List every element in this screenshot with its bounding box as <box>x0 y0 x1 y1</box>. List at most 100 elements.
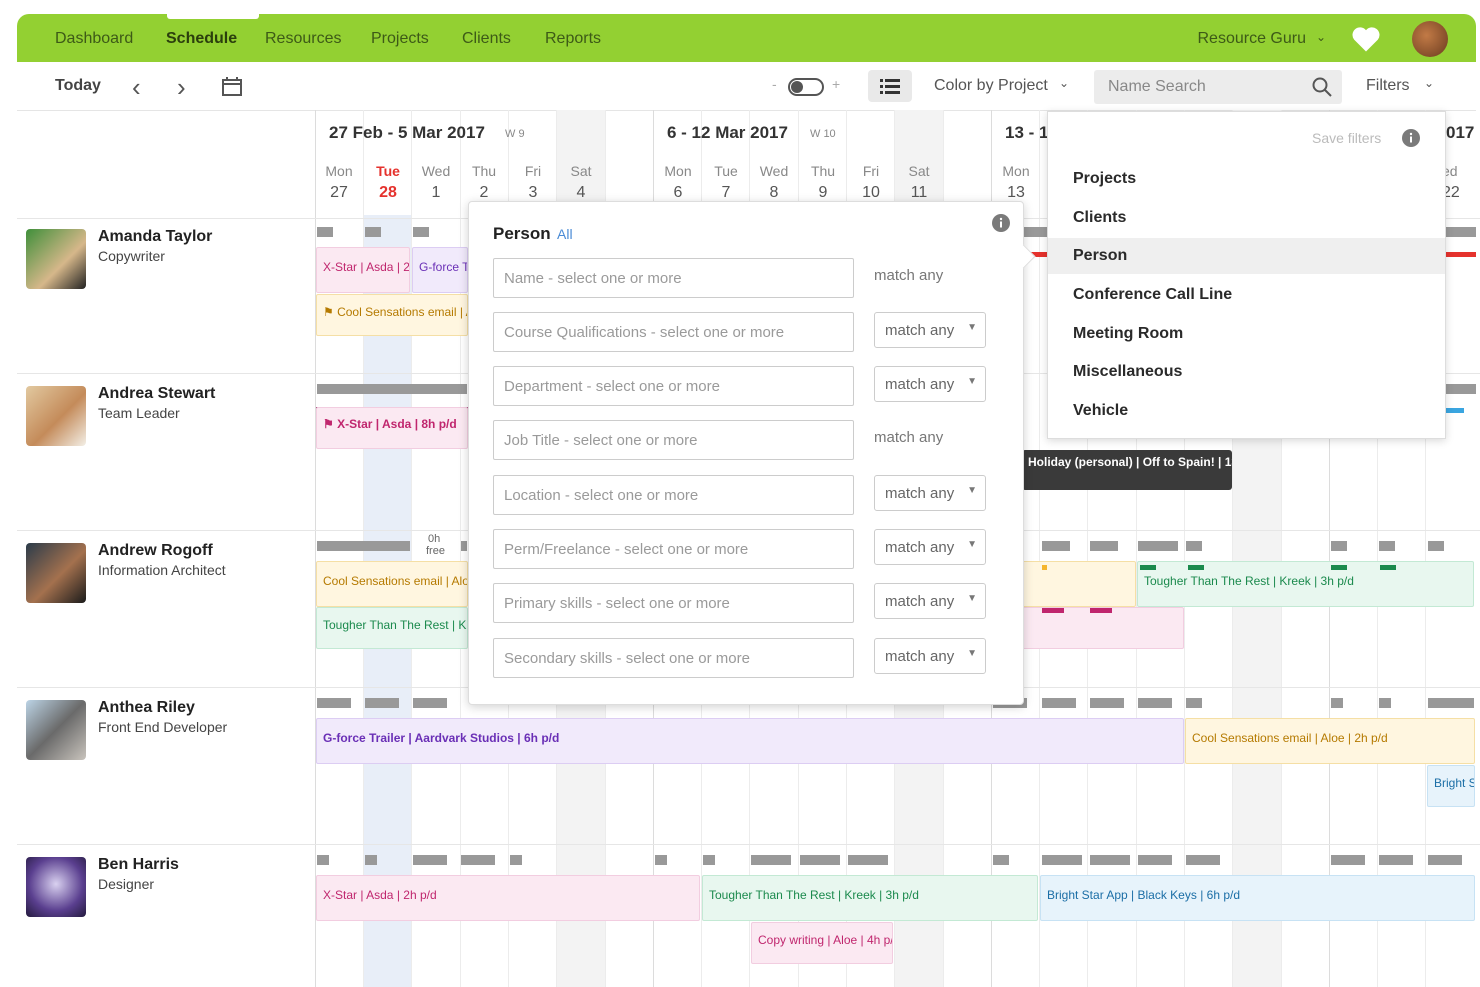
job-title-input[interactable] <box>502 431 846 450</box>
availability-bar <box>655 855 667 865</box>
filter-item-meeting-room[interactable]: Meeting Room <box>1048 316 1445 352</box>
primary-skills-field[interactable] <box>493 583 854 623</box>
filter-item-conference-call-line[interactable]: Conference Call Line <box>1048 277 1445 313</box>
chevron-down-icon: ⌄ <box>1059 76 1070 90</box>
booking[interactable]: G-force Trailer | Aardvark Studios | 6h … <box>316 718 1184 764</box>
name-search-box[interactable] <box>1094 70 1342 104</box>
perm-freelance-input[interactable] <box>502 540 846 559</box>
booking[interactable]: Bright Star App | Black Keys | 6h p/d <box>1040 875 1475 921</box>
nav-dashboard[interactable]: Dashboard <box>55 30 133 48</box>
avatar <box>26 700 86 760</box>
filter-item-miscellaneous[interactable]: Miscellaneous <box>1048 354 1445 390</box>
day-name: Thu <box>471 163 497 179</box>
booking[interactable]: Cool Sensations email | Aloe | <box>316 561 468 607</box>
chevron-left-icon[interactable]: ‹ <box>132 72 141 103</box>
secondary-skills-field[interactable] <box>493 638 854 678</box>
availability-bar <box>461 541 467 551</box>
match-select[interactable]: match any ▼ <box>874 366 986 402</box>
booking[interactable]: ⚑ Cool Sensations email | Alo <box>316 294 468 336</box>
day-number: 8 <box>769 184 779 201</box>
location-field[interactable] <box>493 475 854 515</box>
person-name[interactable]: Andrea Stewart <box>98 385 215 403</box>
availability-bar <box>365 227 381 237</box>
nav-clients[interactable]: Clients <box>462 30 511 48</box>
info-icon[interactable] <box>1402 129 1420 147</box>
booking[interactable]: X-Star | Asda | 2h p/d <box>316 875 700 921</box>
booking[interactable]: Cool Sensations email | Aloe | 2h p/d <box>1185 718 1475 764</box>
today-button[interactable]: Today <box>55 77 101 95</box>
booking[interactable] <box>1022 607 1184 649</box>
filter-item-clients[interactable]: Clients <box>1048 200 1445 236</box>
account-menu[interactable]: Resource Guru <box>1198 30 1307 48</box>
filter-item-label: Miscellaneous <box>1073 363 1183 380</box>
chevron-right-icon[interactable]: › <box>177 72 186 103</box>
perm-freelance-field[interactable] <box>493 529 854 569</box>
zoom-in-icon[interactable]: + <box>832 76 840 92</box>
availability-bar <box>1379 541 1395 551</box>
booking[interactable]: ⚑ X-Star | Asda | 8h p/d <box>316 407 468 449</box>
job-title-field[interactable] <box>493 420 854 460</box>
department-input[interactable] <box>502 377 846 396</box>
name-filter-field[interactable] <box>493 258 854 298</box>
avatar <box>26 543 86 603</box>
info-icon[interactable] <box>992 214 1010 232</box>
availability-bar <box>1446 227 1476 237</box>
match-select[interactable]: match any ▼ <box>874 312 986 348</box>
person-name[interactable]: Amanda Taylor <box>98 228 212 246</box>
course-qualifications-input[interactable] <box>502 323 846 342</box>
match-select[interactable]: match any ▼ <box>874 638 986 674</box>
search-icon[interactable] <box>1312 77 1332 97</box>
filter-item-person[interactable]: Person <box>1048 238 1445 274</box>
booking[interactable]: Bright St <box>1427 765 1475 807</box>
match-select[interactable]: match any ▼ <box>874 583 986 619</box>
filter-item-vehicle[interactable]: Vehicle <box>1048 393 1445 429</box>
holiday-booking[interactable]: Holiday (personal) | Off to Spain! | 13 … <box>1022 450 1232 490</box>
nav-resources[interactable]: Resources <box>265 30 341 48</box>
match-select[interactable]: match any ▼ <box>874 475 986 511</box>
booking[interactable]: G-force Tr <box>412 247 468 293</box>
week-label: 6 - 12 Mar 2017 <box>667 123 788 142</box>
course-qualifications-field[interactable] <box>493 312 854 352</box>
availability-bar <box>703 855 715 865</box>
person-name[interactable]: Ben Harris <box>98 856 179 874</box>
user-avatar[interactable] <box>1412 21 1448 57</box>
nav-reports[interactable]: Reports <box>545 30 601 48</box>
name-search-input[interactable] <box>1106 77 1310 97</box>
booking[interactable]: Copy writing | Aloe | 4h p/d <box>751 922 893 964</box>
availability-bar <box>993 855 1009 865</box>
heart-icon[interactable] <box>1351 25 1381 53</box>
booking[interactable]: X-Star | Asda | 2... <box>316 247 410 293</box>
booking[interactable]: Tougher Than The Rest | Kreek | 3h p/d <box>702 875 1038 921</box>
filter-item-label: Person <box>1073 247 1128 264</box>
name-filter-input[interactable] <box>502 269 846 288</box>
calendar-icon[interactable] <box>222 77 242 96</box>
free-hours: 0h <box>428 533 441 545</box>
filters-button[interactable]: Filters <box>1366 77 1410 95</box>
filter-item-label: Meeting Room <box>1073 325 1184 342</box>
save-filters-button[interactable]: Save filters <box>1312 130 1381 146</box>
availability-bar <box>1446 384 1476 394</box>
booking-tick <box>1446 408 1464 413</box>
nav-schedule[interactable]: Schedule <box>166 30 237 48</box>
availability-bar <box>1022 227 1047 237</box>
filter-item-projects[interactable]: Projects <box>1048 161 1445 197</box>
zoom-toggle[interactable] <box>788 78 824 96</box>
color-by-dropdown[interactable]: Color by Project <box>934 77 1048 95</box>
free-label: free <box>426 545 445 557</box>
primary-skills-input[interactable] <box>502 594 846 613</box>
select-all-link[interactable]: All <box>557 226 573 242</box>
nav-projects[interactable]: Projects <box>371 30 429 48</box>
zoom-out-icon[interactable]: - <box>772 76 777 92</box>
booking[interactable]: Tougher Than The Rest | Kree <box>316 607 468 649</box>
secondary-skills-input[interactable] <box>502 649 846 668</box>
toolbar: Today ‹ › - + Color by Project ⌄ Filters… <box>17 62 1476 111</box>
match-select[interactable]: match any ▼ <box>874 529 986 565</box>
person-name[interactable]: Andrew Rogoff <box>98 542 213 560</box>
location-input[interactable] <box>502 486 846 505</box>
list-view-button[interactable] <box>868 70 912 102</box>
day-name: Mon <box>325 163 353 179</box>
day-name: Fri <box>524 163 542 179</box>
booking[interactable] <box>1022 561 1136 607</box>
person-name[interactable]: Anthea Riley <box>98 699 195 717</box>
department-field[interactable] <box>493 366 854 406</box>
